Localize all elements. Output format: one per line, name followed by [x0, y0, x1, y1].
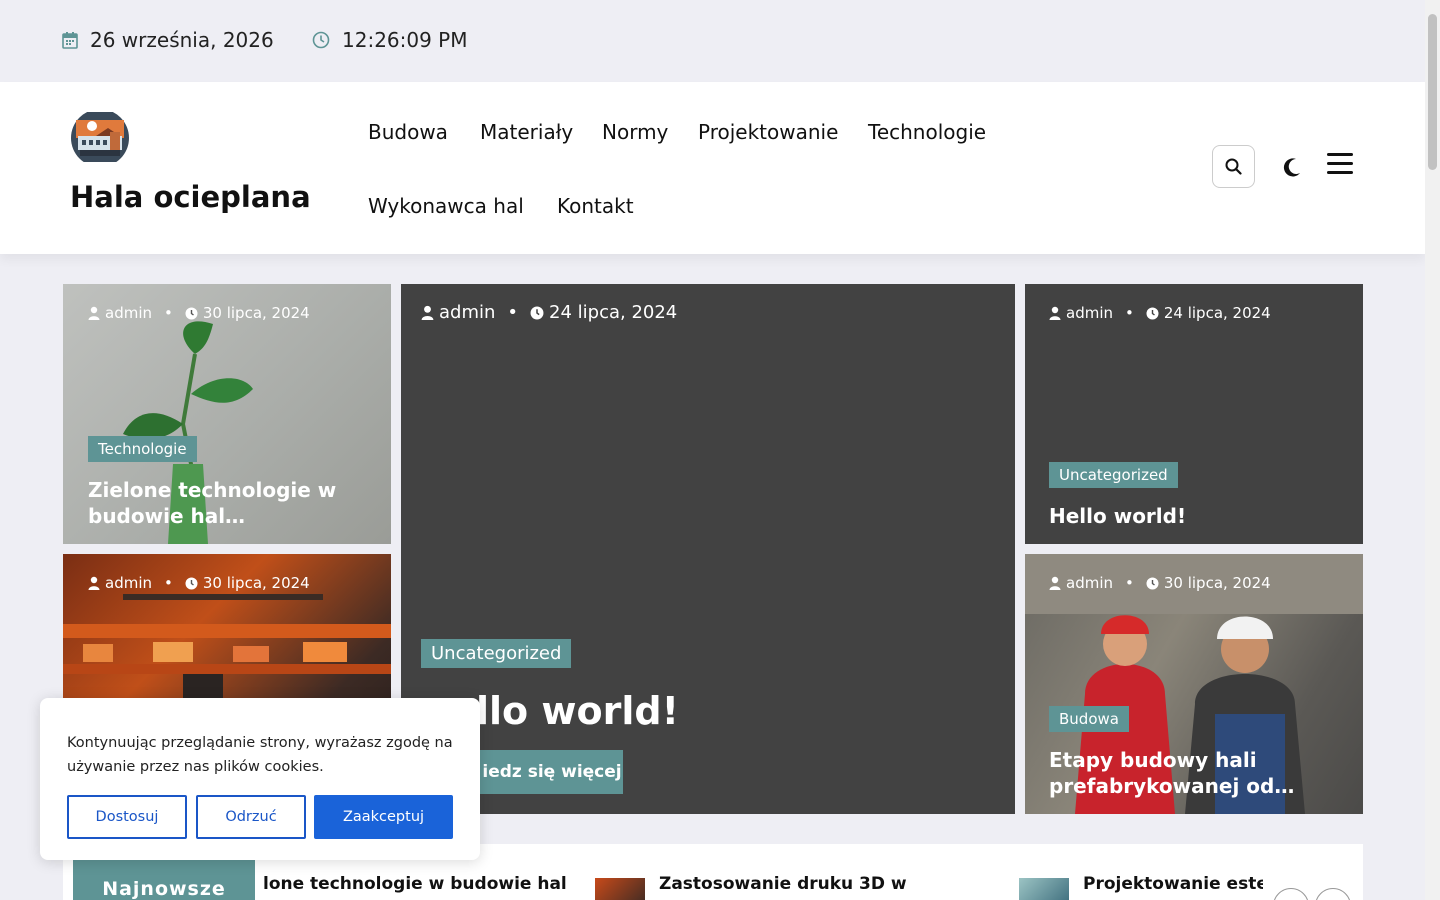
cookie-customize-button[interactable]: Dostosuj — [67, 795, 187, 839]
nav-item-technologie[interactable]: Technologie — [868, 120, 986, 144]
time-text: 12:26:09 PM — [342, 28, 468, 52]
site-header: Hala ocieplana Budowa Materiały Normy Pr… — [0, 82, 1425, 254]
post-author[interactable]: admin — [1066, 304, 1113, 322]
date-display: 26 września, 2026 — [62, 28, 274, 52]
nav-item-normy[interactable]: Normy — [602, 120, 668, 144]
post-date[interactable]: 24 lipca, 2024 — [549, 302, 677, 323]
ticker-prev-button[interactable] — [1273, 888, 1309, 900]
cookie-reject-button[interactable]: Odrzuć — [196, 795, 306, 839]
post-meta: admin • 24 lipca, 2024 — [421, 302, 677, 323]
search-button[interactable] — [1212, 145, 1255, 188]
post-meta: admin • 30 lipca, 2024 — [1049, 574, 1271, 592]
category-badge[interactable]: Budowa — [1049, 706, 1129, 732]
user-icon — [421, 305, 434, 320]
ticker-item[interactable]: lone technologie w budowie hal — [263, 874, 567, 894]
user-icon — [1049, 306, 1061, 320]
time-display: 12:26:09 PM — [312, 28, 468, 52]
user-icon — [1049, 576, 1061, 590]
cookie-consent-banner: Kontynuując przeglądanie strony, wyrażas… — [40, 698, 480, 860]
clock-icon — [185, 577, 198, 589]
dark-mode-toggle[interactable] — [1280, 155, 1304, 179]
post-meta: admin • 30 lipca, 2024 — [88, 574, 310, 592]
ticker-next-button[interactable] — [1315, 888, 1351, 900]
clock-icon — [312, 31, 330, 49]
post-date[interactable]: 24 lipca, 2024 — [1164, 304, 1271, 322]
post-title[interactable]: Zielone technologie w budowie hal… — [88, 477, 336, 529]
top-bar: 26 września, 2026 12:26:09 PM — [0, 0, 1425, 82]
page-scrollbar[interactable] — [1425, 0, 1440, 900]
nav-item-projektowanie[interactable]: Projektowanie — [698, 120, 838, 144]
post-meta: admin • 24 lipca, 2024 — [1049, 304, 1271, 322]
search-icon — [1225, 158, 1242, 175]
category-badge[interactable]: Technologie — [88, 436, 197, 462]
user-icon — [88, 306, 100, 320]
post-author[interactable]: admin — [105, 304, 152, 322]
category-badge[interactable]: Uncategorized — [1049, 462, 1178, 488]
latest-label: Najnowsze — [73, 860, 255, 900]
nav-item-budowa[interactable]: Budowa — [368, 120, 448, 144]
ticker-thumbnail[interactable] — [595, 878, 645, 900]
hamburger-menu-button[interactable] — [1327, 153, 1353, 177]
post-date[interactable]: 30 lipca, 2024 — [1164, 574, 1271, 592]
ticker-item[interactable]: Zastosowanie druku 3D w — [659, 874, 907, 894]
category-badge[interactable]: Uncategorized — [421, 639, 572, 668]
clock-icon — [185, 307, 198, 319]
site-title[interactable]: Hala ocieplana — [70, 180, 311, 214]
cookie-accept-button[interactable]: Zaakceptuj — [314, 795, 453, 839]
calendar-icon — [62, 32, 78, 49]
post-card-hello-world[interactable]: admin • 24 lipca, 2024 Uncategorized Hel… — [1025, 284, 1363, 544]
date-text: 26 września, 2026 — [90, 28, 274, 52]
post-date[interactable]: 30 lipca, 2024 — [203, 304, 310, 322]
post-title[interactable]: Etapy budowy hali prefabrykowanej od… — [1049, 747, 1294, 799]
ticker-thumbnail[interactable] — [1019, 878, 1069, 900]
scrollbar-thumb[interactable] — [1428, 14, 1437, 170]
post-author[interactable]: admin — [105, 574, 152, 592]
clock-icon — [530, 306, 544, 319]
moon-icon — [1283, 158, 1300, 177]
ticker-item[interactable]: Projektowanie estet — [1083, 874, 1263, 894]
nav-item-kontakt[interactable]: Kontakt — [557, 194, 634, 218]
nav-item-materialy[interactable]: Materiały — [480, 120, 573, 144]
post-date[interactable]: 30 lipca, 2024 — [203, 574, 310, 592]
clock-icon — [1146, 307, 1159, 319]
post-meta: admin • 30 lipca, 2024 — [88, 304, 310, 322]
post-card-etapy-budowy[interactable]: admin • 30 lipca, 2024 Budowa Etapy budo… — [1025, 554, 1363, 814]
post-author[interactable]: admin — [439, 302, 495, 323]
post-card-zielone-technologie[interactable]: admin • 30 lipca, 2024 Technologie Zielo… — [63, 284, 391, 544]
cookie-text: Kontynuując przeglądanie strony, wyrażas… — [67, 735, 453, 775]
user-icon — [88, 576, 100, 590]
post-title[interactable]: Hello world! — [1049, 503, 1186, 529]
site-logo[interactable] — [70, 109, 131, 167]
post-card-hello-world-featured[interactable]: admin • 24 lipca, 2024 Uncategorized — [401, 284, 1015, 814]
post-author[interactable]: admin — [1066, 574, 1113, 592]
menu-icon — [1327, 153, 1353, 156]
nav-item-wykonawca-hal[interactable]: Wykonawca hal — [368, 194, 524, 218]
clock-icon — [1146, 577, 1159, 589]
featured-post-title[interactable]: llo world! — [476, 688, 679, 734]
